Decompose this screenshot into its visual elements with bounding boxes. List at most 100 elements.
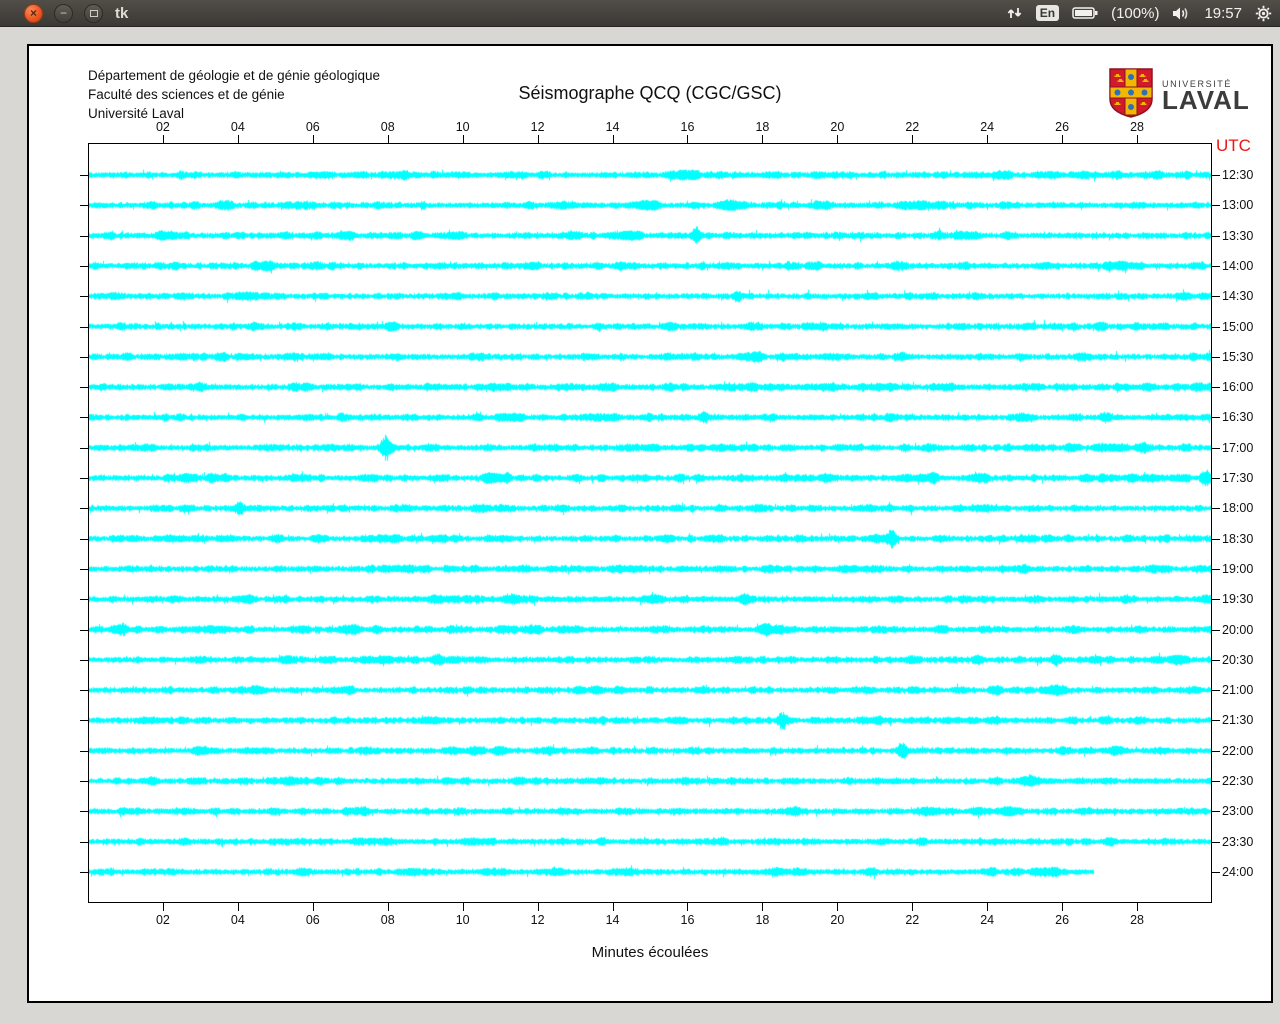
y-tick-left — [80, 720, 88, 722]
x-tick-label-top: 18 — [755, 120, 770, 134]
battery-percent[interactable]: (100%) — [1111, 5, 1159, 22]
y-tick-left — [80, 326, 88, 328]
utc-time-label: 15:30 — [1222, 349, 1254, 364]
y-tick-right — [1212, 205, 1220, 207]
desktop: × − tk En (100%) 19:57 Département de gé… — [0, 0, 1280, 1024]
x-axis-title: Minutes écoulées — [591, 944, 709, 961]
logo-line2: LAVAL — [1162, 84, 1250, 115]
utc-time-label: 21:00 — [1222, 683, 1254, 698]
y-tick-left — [80, 205, 88, 207]
x-tick-label-top: 22 — [905, 120, 920, 134]
x-tick-top — [1137, 135, 1139, 143]
x-tick-bottom — [762, 903, 764, 911]
y-tick-left — [80, 538, 88, 540]
x-tick-top — [537, 135, 539, 143]
x-tick-top — [387, 135, 389, 143]
utc-time-label: 18:00 — [1222, 501, 1254, 516]
system-tray: En (100%) 19:57 — [1006, 0, 1272, 26]
y-tick-right — [1212, 417, 1220, 419]
x-tick-bottom — [987, 903, 989, 911]
window-minimize-button[interactable]: − — [54, 3, 73, 23]
utc-time-label: 14:00 — [1222, 258, 1254, 273]
x-tick-label-top: 20 — [830, 120, 845, 134]
x-tick-label-bottom: 20 — [830, 913, 845, 927]
y-tick-right — [1212, 599, 1220, 601]
y-tick-right — [1212, 538, 1220, 540]
x-tick-top — [462, 135, 464, 143]
utc-time-label: 20:30 — [1222, 652, 1254, 667]
x-tick-bottom — [837, 903, 839, 911]
y-tick-right — [1212, 750, 1220, 752]
battery-icon[interactable] — [1072, 6, 1098, 20]
y-tick-left — [80, 690, 88, 692]
y-tick-left — [80, 871, 88, 873]
x-tick-top — [237, 135, 239, 143]
x-tick-bottom — [1137, 903, 1139, 911]
y-tick-left — [80, 447, 88, 449]
x-tick-bottom — [612, 903, 614, 911]
x-tick-bottom — [312, 903, 314, 911]
y-tick-left — [80, 750, 88, 752]
x-tick-label-top: 26 — [1055, 120, 1070, 134]
utc-time-label: 12:30 — [1222, 168, 1254, 182]
x-tick-top — [312, 135, 314, 143]
y-tick-right — [1212, 811, 1220, 813]
x-tick-bottom — [387, 903, 389, 911]
seismogram-traces — [89, 144, 1211, 902]
window-maximize-button[interactable] — [84, 3, 103, 23]
y-tick-right — [1212, 235, 1220, 237]
y-tick-right — [1212, 720, 1220, 722]
updown-arrows-icon[interactable] — [1006, 5, 1023, 21]
x-tick-label-bottom: 28 — [1130, 913, 1145, 927]
y-tick-left — [80, 599, 88, 601]
utc-time-label: 13:00 — [1222, 198, 1254, 213]
x-tick-bottom — [537, 903, 539, 911]
x-tick-top — [687, 135, 689, 143]
y-tick-left — [80, 175, 88, 176]
y-tick-right — [1212, 690, 1220, 692]
y-tick-right — [1212, 356, 1220, 358]
clock[interactable]: 19:57 — [1204, 5, 1242, 22]
utc-time-label: 21:30 — [1222, 713, 1254, 728]
y-tick-left — [80, 417, 88, 419]
utc-time-label: 19:00 — [1222, 561, 1254, 576]
x-tick-label-top: 12 — [530, 120, 545, 134]
x-tick-top — [162, 135, 164, 143]
x-tick-top — [837, 135, 839, 143]
chart-title: Séismographe QCQ (CGC/GSC) — [518, 83, 782, 103]
y-tick-left — [80, 629, 88, 631]
x-tick-label-bottom: 08 — [380, 913, 395, 927]
utc-time-label: 20:00 — [1222, 622, 1254, 637]
y-tick-left — [80, 356, 88, 358]
x-tick-top — [1062, 135, 1064, 143]
utc-axis-label: UTC — [1216, 136, 1251, 155]
utc-time-label: 14:30 — [1222, 289, 1254, 304]
keyboard-layout-indicator[interactable]: En — [1035, 4, 1060, 22]
y-tick-left — [80, 478, 88, 479]
x-tick-bottom — [162, 903, 164, 911]
volume-icon[interactable] — [1172, 6, 1191, 21]
utc-time-label: 24:00 — [1222, 864, 1254, 879]
x-tick-bottom — [462, 903, 464, 911]
y-tick-right — [1212, 387, 1220, 389]
x-tick-label-top: 28 — [1130, 120, 1145, 134]
y-tick-right — [1212, 508, 1220, 510]
x-tick-top — [912, 135, 914, 143]
window-close-button[interactable]: × — [24, 3, 43, 23]
laval-logo-text: UNIVERSITÉ LAVAL — [1162, 79, 1250, 115]
x-tick-label-top: 08 — [380, 120, 395, 134]
y-tick-right — [1212, 296, 1220, 298]
x-tick-label-top: 16 — [680, 120, 695, 134]
gear-icon[interactable] — [1255, 5, 1272, 22]
x-tick-label-bottom: 04 — [230, 913, 245, 927]
x-tick-label-top: 14 — [605, 120, 620, 134]
y-tick-right — [1212, 629, 1220, 631]
utc-time-label: 22:30 — [1222, 774, 1254, 788]
utc-time-label: 19:30 — [1222, 592, 1254, 607]
y-tick-right — [1212, 447, 1220, 449]
x-tick-label-top: 02 — [155, 120, 170, 134]
utc-time-label: 23:30 — [1222, 834, 1254, 849]
x-tick-label-bottom: 16 — [680, 913, 695, 927]
y-tick-left — [80, 235, 88, 237]
x-tick-label-bottom: 12 — [530, 913, 545, 927]
